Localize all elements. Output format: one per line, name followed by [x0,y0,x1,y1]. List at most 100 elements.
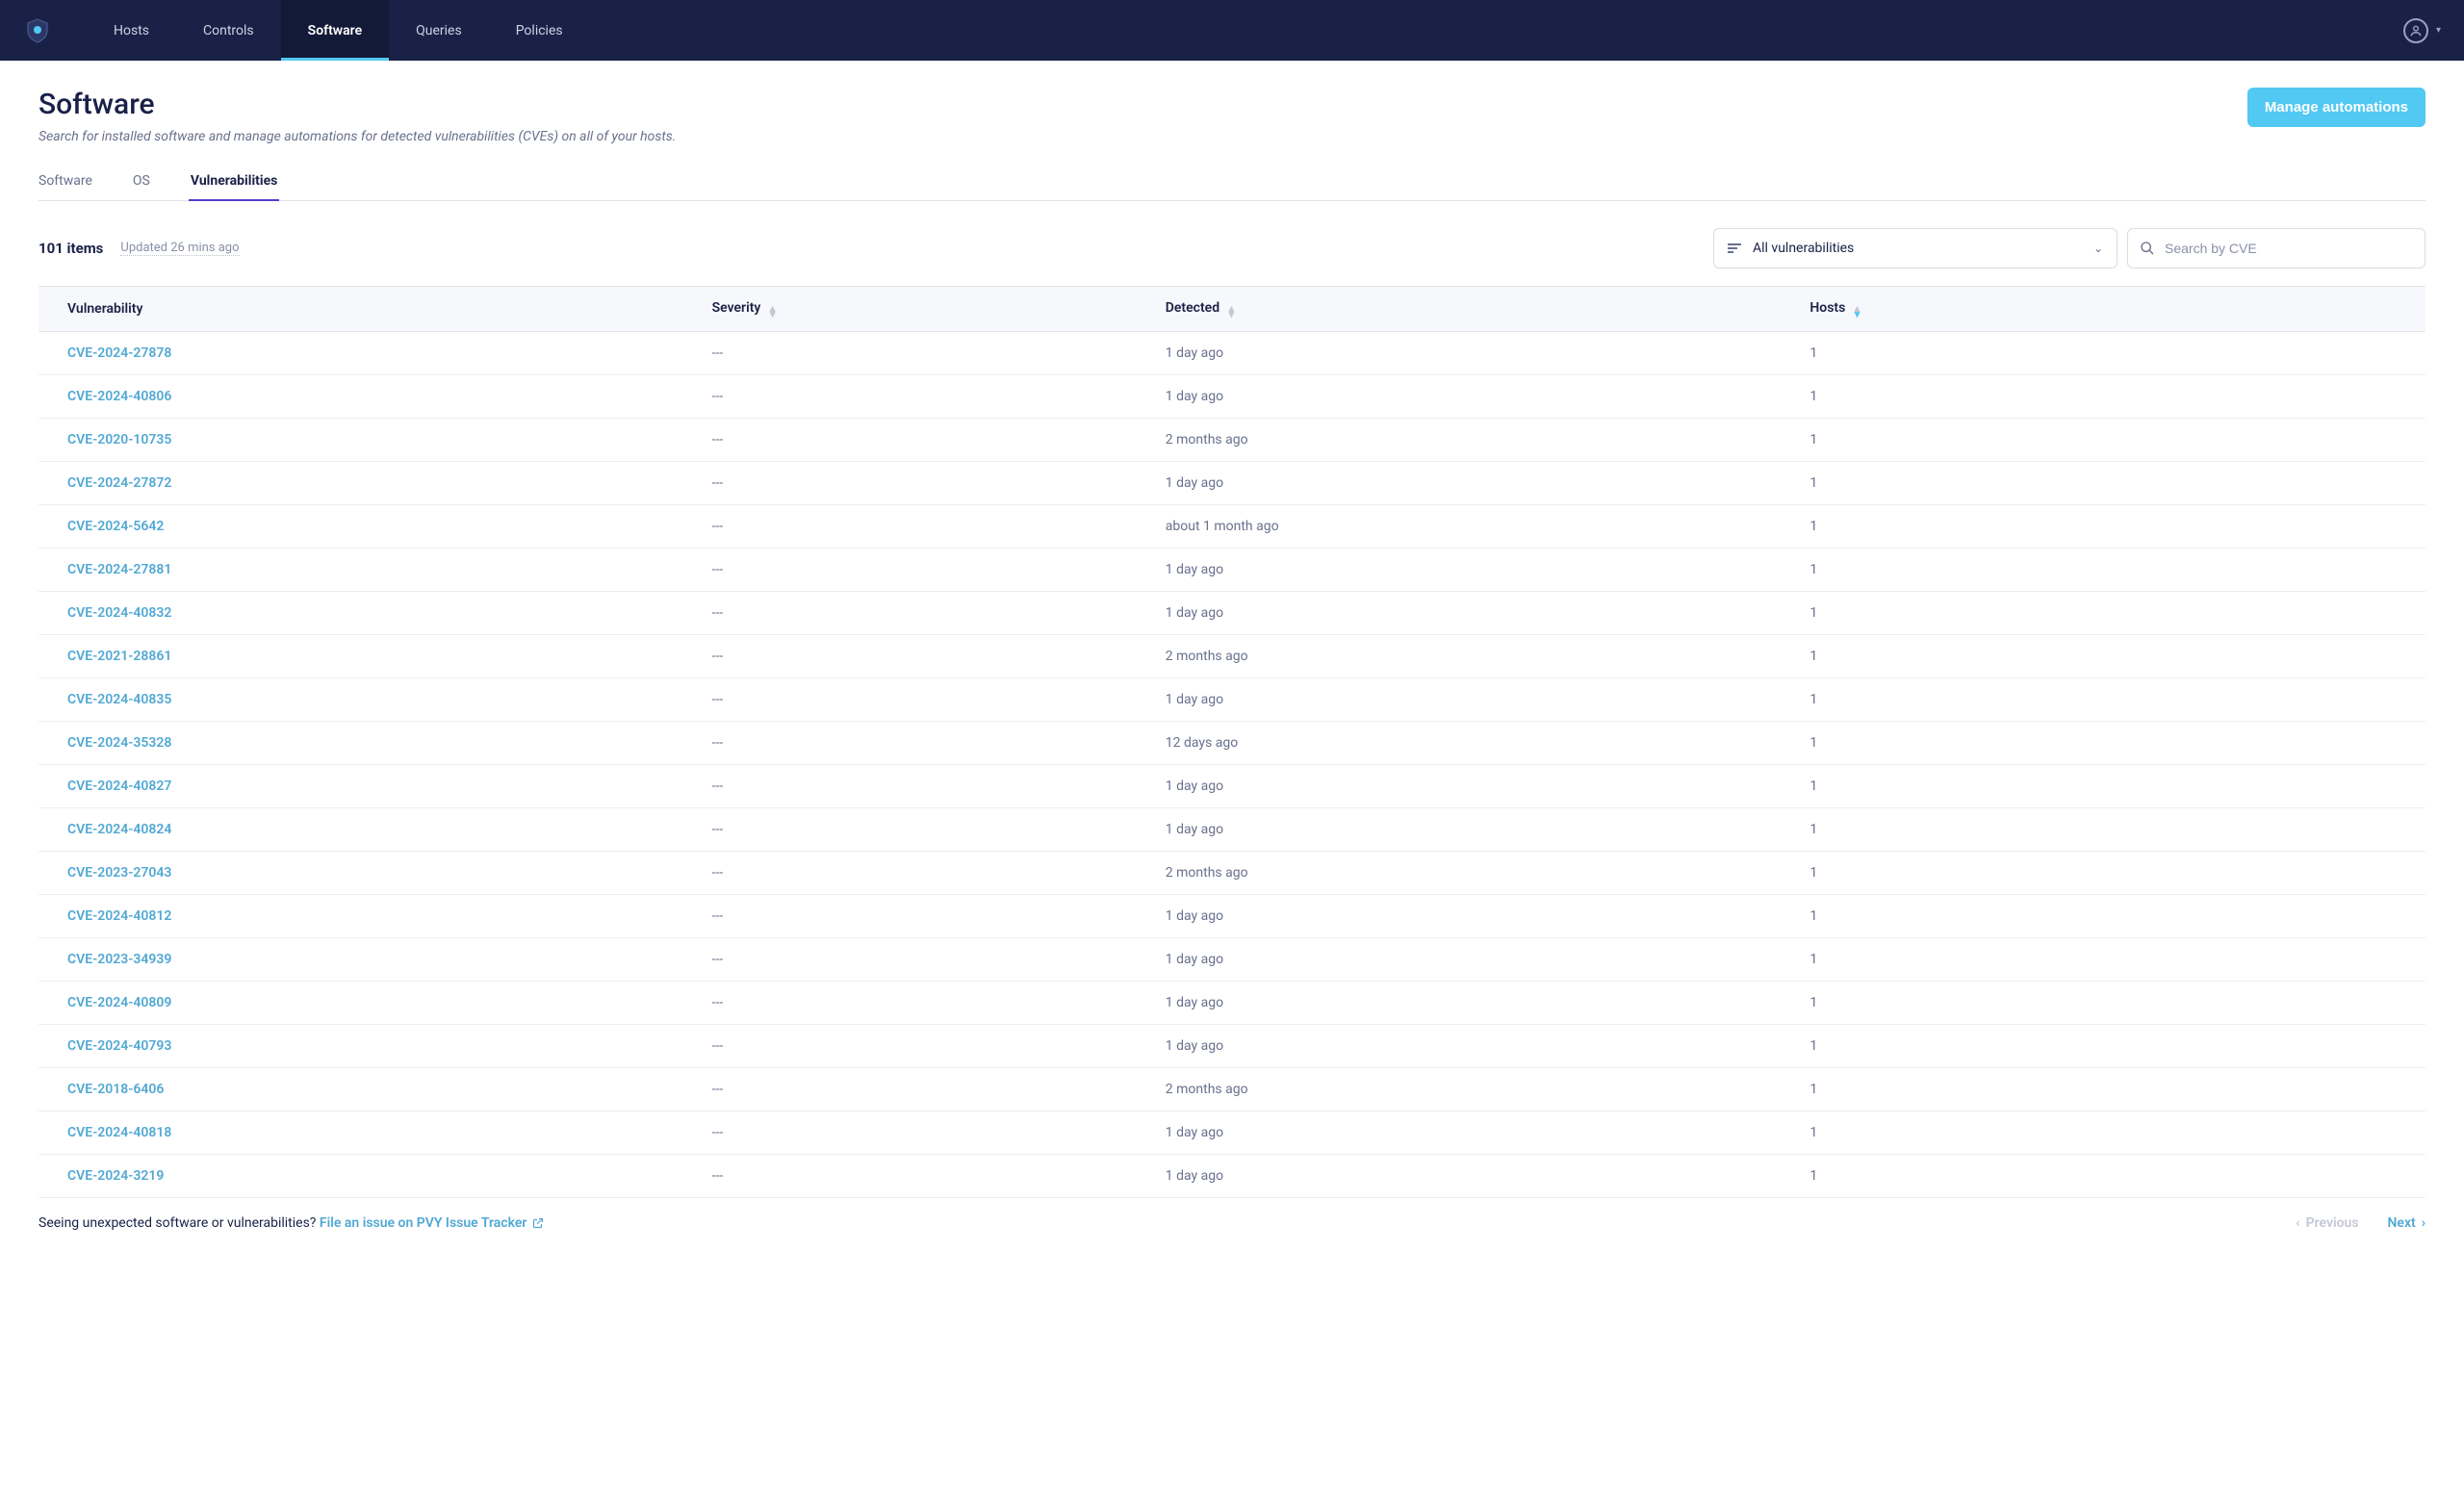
external-link-icon [532,1217,544,1229]
severity-cell: --- [683,895,1137,938]
column-header-vulnerability[interactable]: Vulnerability [38,287,683,332]
hosts-cell: 1 [1781,1068,2426,1111]
vulnerability-link[interactable]: CVE-2020-10735 [38,419,683,462]
column-header-detected[interactable]: Detected ▴▾ [1137,287,1782,332]
table-row: CVE-2024-40809---1 day ago1 [38,982,2426,1025]
next-button[interactable]: Next › [2388,1215,2426,1231]
app-logo[interactable] [23,16,52,45]
severity-cell: --- [683,635,1137,678]
sort-icon: ▴▾ [1229,306,1235,318]
detected-cell: 1 day ago [1137,1025,1782,1068]
vulnerability-link[interactable]: CVE-2024-27872 [38,462,683,505]
vulnerability-link[interactable]: CVE-2024-35328 [38,722,683,765]
column-header-hosts[interactable]: Hosts ▴▾ [1781,287,2426,332]
nav-item-queries[interactable]: Queries [389,0,489,61]
nav-item-software[interactable]: Software [281,0,389,61]
search-icon [2140,241,2155,256]
vulnerability-link[interactable]: CVE-2023-34939 [38,938,683,982]
tab-software[interactable]: Software [38,162,92,200]
tab-vulnerabilities[interactable]: Vulnerabilities [191,162,278,200]
tabs: Software OS Vulnerabilities [38,162,2426,201]
nav-item-hosts[interactable]: Hosts [87,0,176,61]
pagination: ‹ Previous Next › [2296,1215,2426,1231]
vulnerability-link[interactable]: CVE-2018-6406 [38,1068,683,1111]
detected-cell: 1 day ago [1137,808,1782,852]
column-header-severity[interactable]: Severity ▴▾ [683,287,1137,332]
table-row: CVE-2024-40832---1 day ago1 [38,592,2426,635]
vulnerability-link[interactable]: CVE-2023-27043 [38,852,683,895]
detected-cell: 2 months ago [1137,852,1782,895]
hosts-cell: 1 [1781,1111,2426,1155]
items-count: 101 items [38,240,103,257]
vulnerability-link[interactable]: CVE-2024-3219 [38,1155,683,1198]
hosts-cell: 1 [1781,549,2426,592]
vulnerability-link[interactable]: CVE-2024-40806 [38,375,683,419]
hosts-cell: 1 [1781,462,2426,505]
controls-row: 101 items Updated 26 mins ago All vulner… [0,201,2464,286]
detected-cell: 1 day ago [1137,678,1782,722]
severity-cell: --- [683,462,1137,505]
user-menu[interactable]: ▾ [2403,18,2441,43]
detected-cell: 1 day ago [1137,938,1782,982]
vulnerability-filter-dropdown[interactable]: All vulnerabilities ⌄ [1713,228,2118,268]
issue-tracker-link[interactable]: File an issue on PVY Issue Tracker [320,1215,545,1231]
severity-cell: --- [683,808,1137,852]
table-row: CVE-2024-27881---1 day ago1 [38,549,2426,592]
severity-cell: --- [683,765,1137,808]
severity-cell: --- [683,982,1137,1025]
hosts-cell: 1 [1781,765,2426,808]
detected-cell: 1 day ago [1137,549,1782,592]
vulnerability-link[interactable]: CVE-2024-40835 [38,678,683,722]
severity-cell: --- [683,1068,1137,1111]
vulnerability-link[interactable]: CVE-2021-28861 [38,635,683,678]
sort-icon: ▴▾ [1855,306,1861,318]
severity-cell: --- [683,1111,1137,1155]
hosts-cell: 1 [1781,852,2426,895]
table-row: CVE-2024-27872---1 day ago1 [38,462,2426,505]
hosts-cell: 1 [1781,1155,2426,1198]
vulnerability-link[interactable]: CVE-2024-40832 [38,592,683,635]
table-row: CVE-2024-3219---1 day ago1 [38,1155,2426,1198]
vulnerability-link[interactable]: CVE-2024-27878 [38,332,683,375]
shield-icon [26,18,49,43]
chevron-down-icon: ⌄ [2093,242,2103,255]
detected-cell: 1 day ago [1137,592,1782,635]
detected-cell: 12 days ago [1137,722,1782,765]
detected-cell: 1 day ago [1137,332,1782,375]
table-row: CVE-2018-6406---2 months ago1 [38,1068,2426,1111]
vulnerability-link[interactable]: CVE-2024-40824 [38,808,683,852]
detected-cell: 1 day ago [1137,982,1782,1025]
hosts-cell: 1 [1781,808,2426,852]
vulnerability-link[interactable]: CVE-2024-40809 [38,982,683,1025]
nav-item-controls[interactable]: Controls [176,0,281,61]
table-row: CVE-2024-27878---1 day ago1 [38,332,2426,375]
footer-note: Seeing unexpected software or vulnerabil… [38,1215,320,1231]
vulnerability-link[interactable]: CVE-2024-40827 [38,765,683,808]
sort-icon: ▴▾ [770,306,776,318]
severity-cell: --- [683,678,1137,722]
tab-os[interactable]: OS [133,162,150,200]
chevron-right-icon: › [2422,1215,2426,1231]
severity-cell: --- [683,332,1137,375]
chevron-left-icon: ‹ [2296,1215,2299,1231]
table-row: CVE-2023-34939---1 day ago1 [38,938,2426,982]
vulnerability-link[interactable]: CVE-2024-40818 [38,1111,683,1155]
nav-item-policies[interactable]: Policies [489,0,590,61]
detected-cell: 1 day ago [1137,375,1782,419]
table-row: CVE-2024-5642---about 1 month ago1 [38,505,2426,549]
top-nav: HostsControlsSoftwareQueriesPolicies ▾ [0,0,2464,61]
vulnerability-link[interactable]: CVE-2024-27881 [38,549,683,592]
severity-cell: --- [683,419,1137,462]
hosts-cell: 1 [1781,375,2426,419]
chevron-down-icon: ▾ [2436,25,2441,36]
manage-automations-button[interactable]: Manage automations [2247,88,2426,127]
severity-cell: --- [683,1155,1137,1198]
table-row: CVE-2024-40793---1 day ago1 [38,1025,2426,1068]
vulnerability-link[interactable]: CVE-2024-40793 [38,1025,683,1068]
vulnerability-link[interactable]: CVE-2024-40812 [38,895,683,938]
vulnerability-link[interactable]: CVE-2024-5642 [38,505,683,549]
updated-badge: Updated 26 mins ago [120,241,239,256]
search-input[interactable] [2165,241,2413,256]
avatar-icon [2403,18,2428,43]
detected-cell: 1 day ago [1137,1155,1782,1198]
